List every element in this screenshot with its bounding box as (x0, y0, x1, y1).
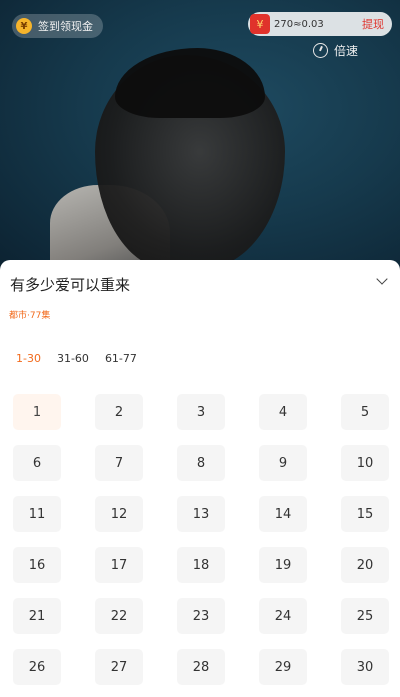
episode-button[interactable]: 21 (13, 598, 61, 634)
red-envelope-icon: ¥ (250, 14, 270, 34)
checkin-cash-label: 签到领现金 (38, 20, 93, 33)
episode-button[interactable]: 27 (95, 649, 143, 685)
episode-button[interactable]: 17 (95, 547, 143, 583)
episode-button[interactable]: 13 (177, 496, 225, 532)
episode-button[interactable]: 29 (259, 649, 307, 685)
episode-button[interactable]: 6 (13, 445, 61, 481)
playback-speed-button[interactable]: 倍速 (313, 42, 358, 59)
episode-button[interactable]: 22 (95, 598, 143, 634)
episode-button[interactable]: 3 (177, 394, 225, 430)
reward-amount: 270≈0.03 (274, 18, 324, 30)
episode-button[interactable]: 19 (259, 547, 307, 583)
episode-button[interactable]: 12 (95, 496, 143, 532)
episode-selector-sheet: 有多少爱可以重来 都市·77集 1-30 31-60 61-77 123456789… (0, 260, 400, 697)
episode-button[interactable]: 9 (259, 445, 307, 481)
episode-range-tab[interactable]: 61-77 (105, 352, 137, 365)
episode-button[interactable]: 20 (341, 547, 389, 583)
episode-range-tab[interactable]: 31-60 (57, 352, 89, 365)
chevron-down-icon[interactable] (375, 274, 391, 290)
episode-button[interactable]: 25 (341, 598, 389, 634)
checkin-cash-button[interactable]: ¥ 签到领现金 (12, 14, 103, 38)
episode-button[interactable]: 8 (177, 445, 225, 481)
episode-range-tabs: 1-30 31-60 61-77 (16, 352, 137, 365)
episode-button[interactable]: 11 (13, 496, 61, 532)
speed-icon (313, 43, 328, 58)
episode-button[interactable]: 2 (95, 394, 143, 430)
episode-button[interactable]: 18 (177, 547, 225, 583)
episode-button[interactable]: 4 (259, 394, 307, 430)
episode-button[interactable]: 10 (341, 445, 389, 481)
episode-grid: 1 2 3 4 5 6 7 8 9 10 11 12 13 14 15 16 17 18 19 20 21 22 23 24 2… (13, 394, 389, 685)
episode-button[interactable]: 23 (177, 598, 225, 634)
withdraw-button[interactable]: 提现 (362, 16, 384, 32)
episode-button[interactable]: 26 (13, 649, 61, 685)
video-frame-person-hair (115, 48, 265, 118)
episode-button[interactable]: 16 (13, 547, 61, 583)
episode-button[interactable]: 15 (341, 496, 389, 532)
episode-button[interactable]: 7 (95, 445, 143, 481)
reward-balance-pill[interactable]: ¥ 270≈0.03 提现 (248, 12, 392, 36)
episode-button[interactable]: 30 (341, 649, 389, 685)
episode-range-tab[interactable]: 1-30 (16, 352, 41, 365)
coin-icon: ¥ (16, 18, 32, 34)
episode-button[interactable]: 14 (259, 496, 307, 532)
episode-button[interactable]: 1 (13, 394, 61, 430)
episode-button[interactable]: 5 (341, 394, 389, 430)
video-player[interactable]: ¥ 签到领现金 ¥ 270≈0.03 提现 倍速 (0, 0, 400, 270)
drama-meta: 都市·77集 (9, 311, 51, 321)
episode-button[interactable]: 28 (177, 649, 225, 685)
playback-speed-label: 倍速 (334, 44, 359, 58)
drama-title: 有多少爱可以重来 (10, 276, 131, 294)
episode-button[interactable]: 24 (259, 598, 307, 634)
